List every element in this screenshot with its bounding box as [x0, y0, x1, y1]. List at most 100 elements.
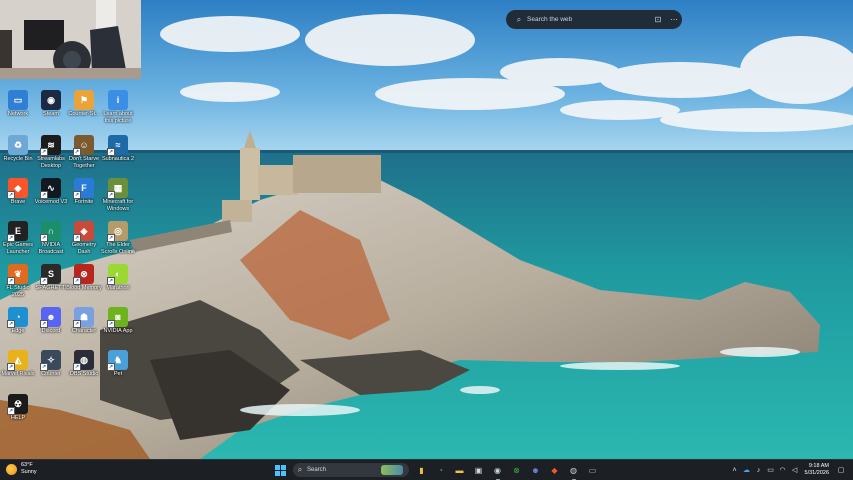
desktop-icon-the-elder-scrolls-online[interactable]: ◎ ↗ The Elder Scrolls Online: [100, 219, 136, 263]
start-button[interactable]: [273, 462, 289, 478]
more-icon[interactable]: ⋯: [666, 15, 682, 24]
xbox-icon: ⊗: [513, 465, 520, 475]
volume-icon[interactable]: ◁: [789, 466, 801, 474]
desktop-icon-marathon[interactable]: ◐ ↗ Marathon: [100, 262, 136, 306]
desktop-icon-label: Marvel Rivals: [1, 371, 35, 377]
desktop-icon-steam[interactable]: ◉ Steam: [33, 88, 69, 132]
notification-bell-icon[interactable]: ▢: [835, 466, 847, 474]
desktop-icon-nvidia-broadcast[interactable]: ∩ ↗ NVIDIA Broadcast: [33, 219, 69, 263]
brave-taskbar-button[interactable]: ◆: [547, 462, 563, 478]
brave-icon: ◆: [551, 465, 558, 475]
desktop-icon-voicemod-v3[interactable]: ∿ ↗ Voicemod V3: [33, 176, 69, 220]
steam-taskbar-button[interactable]: ◉: [490, 462, 506, 480]
desktop-icon-discord[interactable]: ☻ ↗ Discord: [33, 305, 69, 349]
desktop-icon-network[interactable]: ▭ Network: [0, 88, 36, 132]
desktop-icon-label: Streamlabs Desktop: [37, 156, 65, 169]
shortcut-arrow-icon: ↗: [7, 277, 15, 285]
shortcut-arrow-icon: ↗: [73, 277, 81, 285]
shortcut-arrow-icon: ↗: [7, 234, 15, 242]
terminal-taskbar-button[interactable]: ▭: [585, 462, 601, 478]
desktop-icon-label: NVIDIA App: [103, 328, 133, 334]
desktop-icon-streamlabs-desktop[interactable]: ≋ ↗ Streamlabs Desktop: [33, 133, 69, 177]
shortcut-arrow-icon: ↗: [107, 320, 115, 328]
chevron-up-icon[interactable]: ˄: [729, 467, 741, 474]
microphone-icon[interactable]: ♪: [753, 467, 765, 474]
desktop-icon-edge[interactable]: ◔ ↗ Edge: [0, 305, 36, 349]
desktop-icon-label: Minecraft for Windows: [102, 199, 134, 212]
desktop-icon-label: Marathon: [106, 285, 130, 291]
don-t-starve-together-icon: ☺ ↗: [73, 135, 94, 156]
desktop-icon-label: Learn about this picture: [103, 111, 133, 124]
desktop-icon-help[interactable]: ☢ ↗ HELP: [0, 392, 36, 436]
desktop-icon-fl-studio-2025[interactable]: ❦ ↗ FL Studio 2025: [0, 262, 36, 306]
help-icon: ☢ ↗: [7, 394, 28, 415]
search-highlight-image: [381, 465, 403, 475]
desktop-icon-label: Geometry Dash: [71, 242, 97, 255]
clock[interactable]: 9:18 AM 5/31/2026: [805, 463, 829, 477]
desktop-icon-counter[interactable]: ✧ ↗ Counter: [33, 348, 69, 392]
desktop-icon-obs-studio[interactable]: ◍ ↗ OBS Studio: [66, 348, 102, 392]
shortcut-arrow-icon: ↗: [7, 320, 15, 328]
cloud-icon[interactable]: ☁: [741, 466, 753, 474]
desktop-icon-label: Epic Games Launcher: [3, 242, 33, 255]
shortcut-arrow-icon: ↗: [73, 148, 81, 156]
desktop-icon-learn-about-this-picture[interactable]: i Learn about this picture: [100, 88, 136, 132]
weather-widget[interactable]: 63°F Sunny: [6, 462, 37, 476]
blood-memory-icon: ⊗ ↗: [73, 264, 94, 285]
desktop-icon-geometry-dash[interactable]: ◈ ↗ Geometry Dash: [66, 219, 102, 263]
marvel-rivals-icon: ◭ ↗: [7, 350, 28, 371]
desktop-icon-nvidia-app[interactable]: ◙ ↗ NVIDIA App: [100, 305, 136, 349]
xbox-taskbar-button[interactable]: ⊗: [509, 462, 525, 478]
file-explorer-taskbar-button[interactable]: ▮: [414, 462, 430, 478]
desktop-icon-label: Counter-St...: [68, 111, 100, 117]
desktop-icon-character[interactable]: ☗ ↗ Character: [66, 305, 102, 349]
desktop-icon-label: Network: [7, 111, 29, 117]
desktop-icon-epic-games-launcher[interactable]: E ↗ Epic Games Launcher: [0, 219, 36, 263]
shortcut-arrow-icon: ↗: [73, 320, 81, 328]
folder-taskbar-button[interactable]: ▬: [452, 462, 468, 478]
desktop-icon-counter-st[interactable]: ⚑ Counter-St...: [66, 88, 102, 132]
camera-icon[interactable]: ⊡: [650, 15, 666, 24]
folder-icon: ▬: [455, 465, 464, 475]
shortcut-arrow-icon: ↗: [73, 234, 81, 242]
desktop-icon-marvel-rivals[interactable]: ◭ ↗ Marvel Rivals: [0, 348, 36, 392]
shortcut-arrow-icon: ↗: [40, 191, 48, 199]
steam-icon: ◉: [41, 90, 61, 110]
desktop-icon-label: SPAGHETTI: [35, 285, 67, 291]
desktop-icon-label: Don't Starve Together: [68, 156, 100, 169]
desktop-icon-recycle-bin[interactable]: ♻ Recycle Bin: [0, 133, 36, 177]
web-search-placeholder[interactable]: Search the web: [527, 16, 650, 23]
desktop-icon-label: OBS Studio: [69, 371, 99, 377]
discord-taskbar-button[interactable]: ☻: [528, 462, 544, 478]
shortcut-arrow-icon: ↗: [40, 234, 48, 242]
obs-taskbar-button[interactable]: ◍: [566, 462, 582, 480]
nvidia-broadcast-icon: ∩ ↗: [40, 221, 61, 242]
desktop-icon-minecraft-for-windows[interactable]: ▦ ↗ Minecraft for Windows: [100, 176, 136, 220]
spaghetti-icon: S ↗: [40, 264, 61, 285]
desktop-icon-don-t-starve-together[interactable]: ☺ ↗ Don't Starve Together: [66, 133, 102, 177]
taskbar: 63°F Sunny ⌕ Search ▮ ◔ ▬ ▣ ◉ ⊗ ☻ ◆ ◍ ▭ ˄ ☁ ♪ ▭ ◠…: [0, 459, 853, 480]
minecraft-for-windows-icon: ▦ ↗: [107, 178, 128, 199]
store-taskbar-button[interactable]: ▣: [471, 462, 487, 478]
desktop-icon-blood-memory[interactable]: ⊗ ↗ Blood Memory: [66, 262, 102, 306]
pet-icon: ♞ ↗: [107, 350, 128, 371]
discord-icon: ☻ ↗: [40, 307, 61, 328]
desktop: ⌕ Search the web ⊡ ⋯ ▭ Network ◉ Steam ⚑ Coun…: [0, 0, 853, 459]
fl-studio-2025-icon: ❦ ↗: [7, 264, 28, 285]
edge-taskbar-button[interactable]: ◔: [433, 462, 449, 478]
wifi-icon[interactable]: ◠: [777, 466, 789, 474]
desktop-icon-pet[interactable]: ♞ ↗ Pet: [100, 348, 136, 392]
web-search-widget[interactable]: ⌕ Search the web ⊡ ⋯: [506, 10, 682, 29]
shortcut-arrow-icon: ↗: [40, 148, 48, 156]
desktop-icon-fortnite[interactable]: F ↗ Fortnite: [66, 176, 102, 220]
pinned-apps: ▮ ◔ ▬ ▣ ◉ ⊗ ☻ ◆ ◍ ▭: [412, 462, 602, 480]
desktop-icon-brave[interactable]: ◆ ↗ Brave: [0, 176, 36, 220]
desktop-icon-label: Edge: [11, 328, 25, 334]
desktop-icon-spaghetti[interactable]: S ↗ SPAGHETTI: [33, 262, 69, 306]
taskbar-search-box[interactable]: ⌕ Search: [293, 463, 409, 477]
desktop-icon-subnautica-2[interactable]: ≈ ↗ Subnautica 2: [100, 133, 136, 177]
shortcut-arrow-icon: ↗: [7, 191, 15, 199]
discord-icon: ☻: [531, 465, 540, 475]
webcam-overlay: [0, 0, 141, 79]
network-icon[interactable]: ▭: [765, 466, 777, 474]
